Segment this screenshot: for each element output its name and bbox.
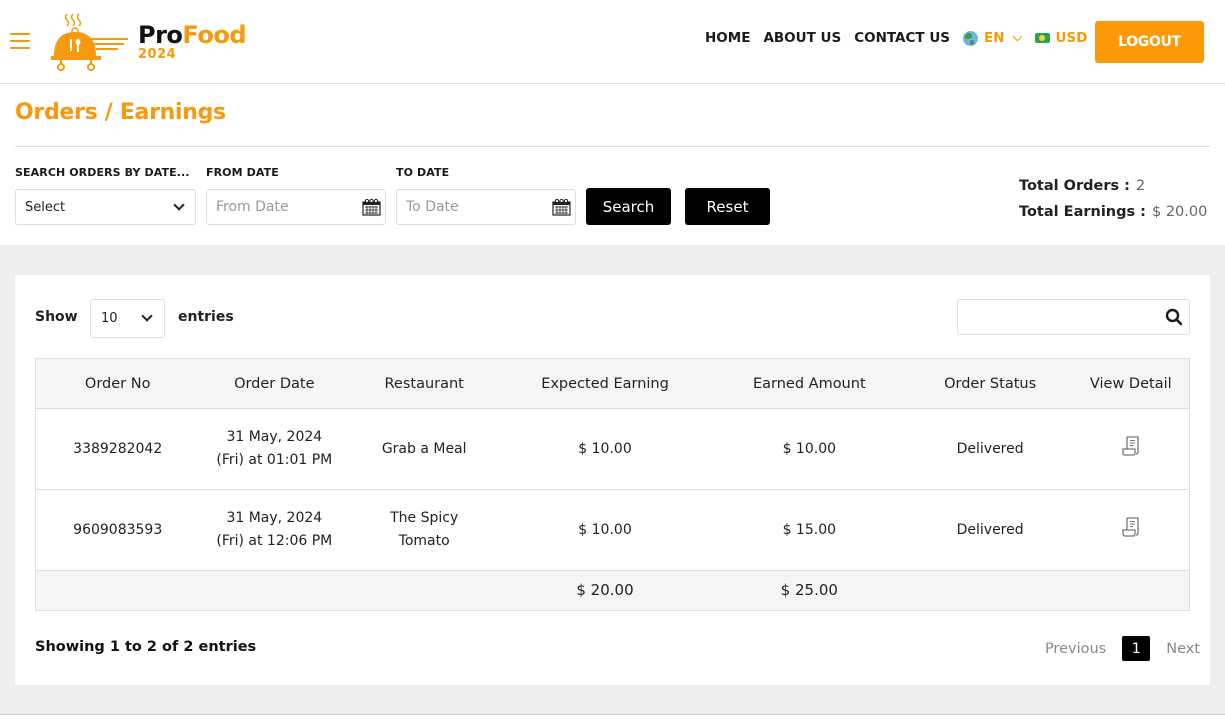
next-page-button[interactable]: Next bbox=[1166, 641, 1200, 657]
order-no: 9609083593 bbox=[35, 489, 200, 571]
receipt-icon[interactable] bbox=[1121, 435, 1141, 457]
previous-page-button[interactable]: Previous bbox=[1045, 641, 1106, 657]
search-icon[interactable] bbox=[1165, 308, 1183, 326]
globe-icon bbox=[963, 30, 979, 46]
restaurant-name: Grab a Meal bbox=[381, 440, 467, 457]
total-orders-value: 2 bbox=[1135, 178, 1146, 194]
search-button[interactable]: Search bbox=[586, 188, 671, 225]
column-header-order-status[interactable]: Order Status bbox=[907, 358, 1073, 409]
table-search bbox=[957, 299, 1190, 335]
chevron-down-icon bbox=[1012, 31, 1022, 41]
order-no: 3389282042 bbox=[35, 408, 200, 490]
language-dropdown[interactable]: EN bbox=[963, 30, 1022, 46]
restaurant-name-line1: The Spicy bbox=[390, 510, 459, 526]
restaurant-name-line2: Tomato bbox=[398, 533, 450, 549]
order-date: 31 May, 2024 (Fri) at 12:06 PM bbox=[199, 489, 350, 571]
nav-home[interactable]: HOME bbox=[705, 30, 750, 46]
table-row: 3389282042 31 May, 2024 (Fri) at 01:01 PM… bbox=[35, 408, 1190, 490]
order-date-line1: 31 May, 2024 bbox=[226, 429, 323, 445]
currency-dropdown[interactable]: USD bbox=[1034, 30, 1105, 46]
order-date-line1: 31 May, 2024 bbox=[226, 510, 323, 526]
from-date-field bbox=[206, 189, 386, 225]
to-date-label: TO DATE bbox=[396, 166, 450, 179]
column-header-view-detail[interactable]: View Detail bbox=[1072, 358, 1190, 409]
money-icon bbox=[1034, 33, 1050, 43]
order-date: 31 May, 2024 (Fri) at 01:01 PM bbox=[199, 408, 350, 490]
view-detail bbox=[1072, 489, 1190, 571]
order-status: Delivered bbox=[907, 489, 1073, 571]
order-date-line2: (Fri) at 01:01 PM bbox=[216, 452, 333, 468]
nav-about-us[interactable]: ABOUT US bbox=[763, 30, 841, 46]
search-by-date-label: SEARCH ORDERS BY DATE... bbox=[15, 166, 190, 179]
page-title: Orders / Earnings bbox=[15, 100, 226, 125]
chevron-down-icon bbox=[173, 199, 185, 211]
menu-icon[interactable] bbox=[10, 33, 30, 49]
page-1-button[interactable]: 1 bbox=[1122, 636, 1151, 661]
restaurant: The Spicy Tomato bbox=[349, 489, 500, 571]
orders-table-card: Show 10 entries Order No Order Date Rest… bbox=[15, 275, 1210, 685]
column-header-order-no[interactable]: Order No bbox=[35, 358, 200, 409]
main-nav: HOME ABOUT US CONTACT US EN USD bbox=[705, 30, 1117, 46]
table-search-input[interactable] bbox=[958, 300, 1158, 334]
restaurant: Grab a Meal bbox=[349, 408, 500, 490]
total-expected-earning: $ 20.00 bbox=[499, 570, 711, 611]
table-row: 9609083593 31 May, 2024 (Fri) at 12:06 PM… bbox=[35, 489, 1190, 571]
column-header-expected-earning[interactable]: Expected Earning bbox=[499, 358, 711, 409]
total-orders-label: Total Orders : bbox=[1019, 178, 1130, 194]
food-delivery-cart-icon bbox=[51, 13, 128, 71]
order-date-line2: (Fri) at 12:06 PM bbox=[216, 533, 333, 549]
currency-value: USD bbox=[1055, 30, 1088, 46]
page-length-select[interactable]: 10 bbox=[90, 299, 165, 338]
brand-year: 2024 bbox=[138, 47, 177, 62]
brand-name: ProFood bbox=[138, 21, 246, 49]
divider bbox=[15, 146, 1210, 147]
order-status: Delivered bbox=[907, 408, 1073, 490]
calendar-icon[interactable] bbox=[552, 198, 571, 216]
totals-row: $ 20.00 $ 25.00 bbox=[35, 570, 1190, 611]
show-label: Show bbox=[35, 309, 78, 325]
nav-contact-us[interactable]: CONTACT US bbox=[854, 30, 950, 46]
language-value: EN bbox=[984, 30, 1005, 46]
orders-table: Order No Order Date Restaurant Expected … bbox=[35, 358, 1190, 611]
to-date-field bbox=[396, 189, 576, 225]
total-earned-amount: $ 25.00 bbox=[710, 570, 908, 611]
total-orders: Total Orders : 2 bbox=[1019, 178, 1145, 194]
expected-earning: $ 10.00 bbox=[499, 408, 711, 490]
view-detail bbox=[1072, 408, 1190, 490]
page-bottom bbox=[0, 714, 1225, 722]
pagination: Previous 1 Next bbox=[1045, 636, 1200, 661]
header: ProFood 2024 HOME ABOUT US CONTACT US EN… bbox=[0, 0, 1225, 84]
search-by-date-select[interactable]: Select bbox=[15, 189, 196, 225]
calendar-icon[interactable] bbox=[362, 198, 381, 216]
column-header-order-date[interactable]: Order Date bbox=[199, 358, 350, 409]
page-length-value: 10 bbox=[101, 311, 118, 326]
reset-button[interactable]: Reset bbox=[685, 188, 770, 225]
column-header-earned-amount[interactable]: Earned Amount bbox=[710, 358, 908, 409]
entries-label: entries bbox=[178, 309, 234, 325]
search-by-date-value: Select bbox=[25, 199, 66, 215]
earned-amount: $ 10.00 bbox=[710, 408, 908, 490]
earned-amount: $ 15.00 bbox=[710, 489, 908, 571]
total-earnings-label: Total Earnings : bbox=[1019, 204, 1146, 220]
expected-earning: $ 10.00 bbox=[499, 489, 711, 571]
total-earnings: Total Earnings : $ 20.00 bbox=[1019, 204, 1207, 220]
to-date-input[interactable] bbox=[406, 199, 546, 215]
logout-button[interactable]: LOGOUT bbox=[1095, 21, 1204, 63]
entries-info: Showing 1 to 2 of 2 entries bbox=[35, 639, 257, 655]
from-date-label: FROM DATE bbox=[206, 166, 279, 179]
receipt-icon[interactable] bbox=[1121, 516, 1141, 538]
table-header-row: Order No Order Date Restaurant Expected … bbox=[35, 358, 1190, 409]
from-date-input[interactable] bbox=[216, 199, 356, 215]
column-header-restaurant[interactable]: Restaurant bbox=[349, 358, 500, 409]
total-earnings-value: $ 20.00 bbox=[1151, 204, 1208, 220]
logo[interactable]: ProFood 2024 bbox=[50, 12, 250, 72]
chevron-down-icon bbox=[141, 310, 153, 322]
